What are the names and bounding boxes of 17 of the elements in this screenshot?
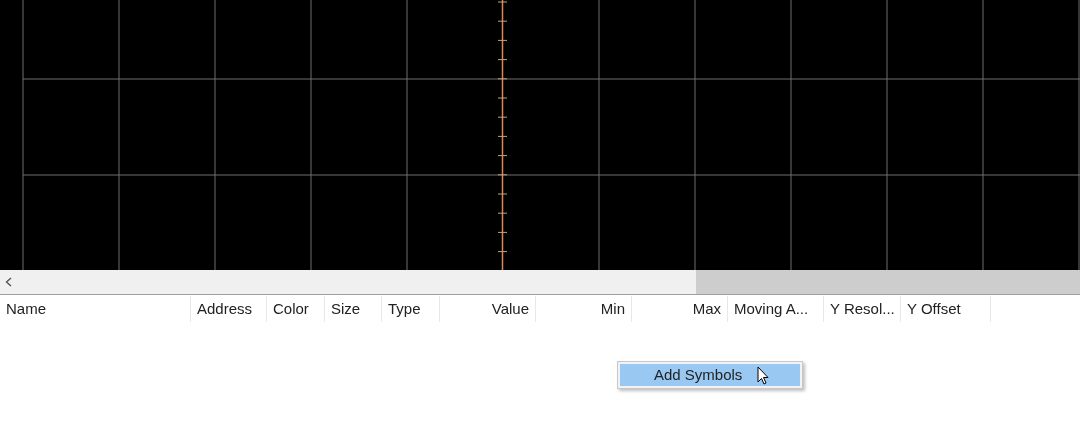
column-header[interactable]: Size (325, 296, 382, 322)
cursor-line[interactable] (497, 0, 508, 270)
mouse-pointer-icon (757, 366, 769, 385)
horizontal-scrollbar[interactable] (0, 270, 1080, 295)
column-header[interactable]: Value (440, 296, 536, 322)
column-header[interactable]: Type (382, 296, 440, 322)
column-header[interactable]: Y Offset (901, 296, 991, 322)
scroll-left-icon[interactable] (5, 277, 12, 287)
column-header[interactable]: Moving A... (728, 296, 824, 322)
column-header[interactable]: Color (267, 296, 325, 322)
scrollbar-thumb[interactable] (696, 270, 1080, 294)
column-header[interactable]: Y Resol... (824, 296, 901, 322)
column-header[interactable]: Address (191, 296, 267, 322)
menu-item[interactable]: Add Symbols (620, 364, 800, 386)
column-header[interactable]: Name (0, 296, 191, 322)
column-header[interactable]: Max (632, 296, 728, 322)
column-header[interactable]: Min (536, 296, 632, 322)
